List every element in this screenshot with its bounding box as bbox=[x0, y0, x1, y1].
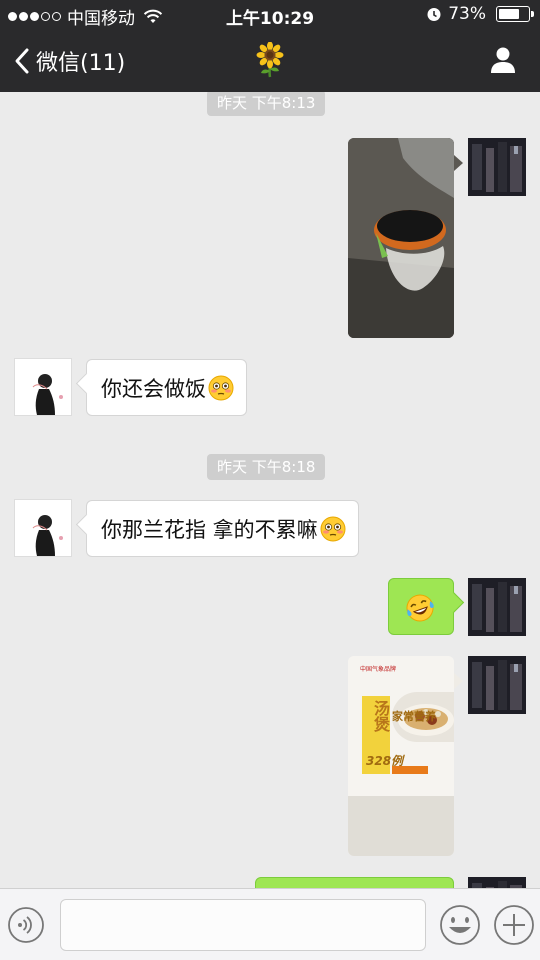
my-avatar[interactable] bbox=[468, 578, 526, 636]
my-avatar[interactable] bbox=[468, 138, 526, 196]
plus-icon[interactable] bbox=[492, 903, 536, 947]
back-label: 微信(11) bbox=[36, 51, 126, 76]
nav-bar: 微信(11) bbox=[0, 30, 540, 92]
my-avatar[interactable] bbox=[468, 656, 526, 714]
image-tail bbox=[454, 155, 463, 171]
battery-icon bbox=[496, 6, 534, 22]
book-title-side: 家常营养 bbox=[392, 710, 436, 723]
image-message[interactable]: 中国气象品牌 汤煲 家常营养 328例 bbox=[348, 656, 454, 856]
image-message[interactable] bbox=[348, 138, 454, 338]
message-text: 你那兰花指 拿的不累嘛 bbox=[101, 517, 318, 542]
alarm-icon bbox=[427, 8, 441, 21]
battery-fill bbox=[499, 9, 519, 19]
book-brand: 中国气象品牌 bbox=[360, 666, 397, 673]
timestamp: 昨天 下午8:13 bbox=[207, 92, 326, 116]
chat-area[interactable]: 昨天 下午8:13 你还会做饭 昨天 下午8:18 你那兰花指 拿的不累嘛 中国… bbox=[0, 92, 540, 888]
battery-percent: 73% bbox=[448, 4, 486, 24]
message-input[interactable] bbox=[60, 899, 426, 951]
contact-avatar[interactable] bbox=[14, 358, 72, 416]
outgoing-message[interactable] bbox=[255, 877, 454, 888]
voice-icon[interactable] bbox=[6, 905, 46, 945]
my-avatar[interactable] bbox=[468, 877, 526, 888]
flushed-face-emoji bbox=[208, 375, 234, 400]
bowl-photo bbox=[348, 138, 454, 338]
chevron-left-icon bbox=[15, 48, 29, 74]
message-text: 你还会做饭 bbox=[101, 376, 206, 401]
image-tail bbox=[454, 673, 463, 689]
flushed-face-emoji bbox=[320, 516, 346, 541]
sunflower-icon bbox=[256, 42, 284, 78]
outgoing-emoji-message[interactable] bbox=[388, 578, 454, 635]
book-title-big: 汤煲 bbox=[371, 700, 390, 732]
status-bar: 中国移动 上午10:29 73% bbox=[0, 0, 540, 30]
laughing-crying-face-emoji bbox=[406, 594, 434, 622]
status-right: 73% bbox=[426, 4, 534, 24]
profile-icon[interactable] bbox=[488, 45, 518, 75]
input-bar bbox=[0, 888, 540, 960]
emoji-icon[interactable] bbox=[438, 903, 482, 947]
contact-avatar[interactable] bbox=[14, 499, 72, 557]
incoming-message[interactable]: 你还会做饭 bbox=[86, 359, 247, 416]
incoming-message[interactable]: 你那兰花指 拿的不累嘛 bbox=[86, 500, 359, 557]
orange-tag bbox=[392, 766, 428, 774]
back-button[interactable]: 微信(11) bbox=[12, 45, 125, 77]
timestamp: 昨天 下午8:18 bbox=[207, 454, 326, 480]
